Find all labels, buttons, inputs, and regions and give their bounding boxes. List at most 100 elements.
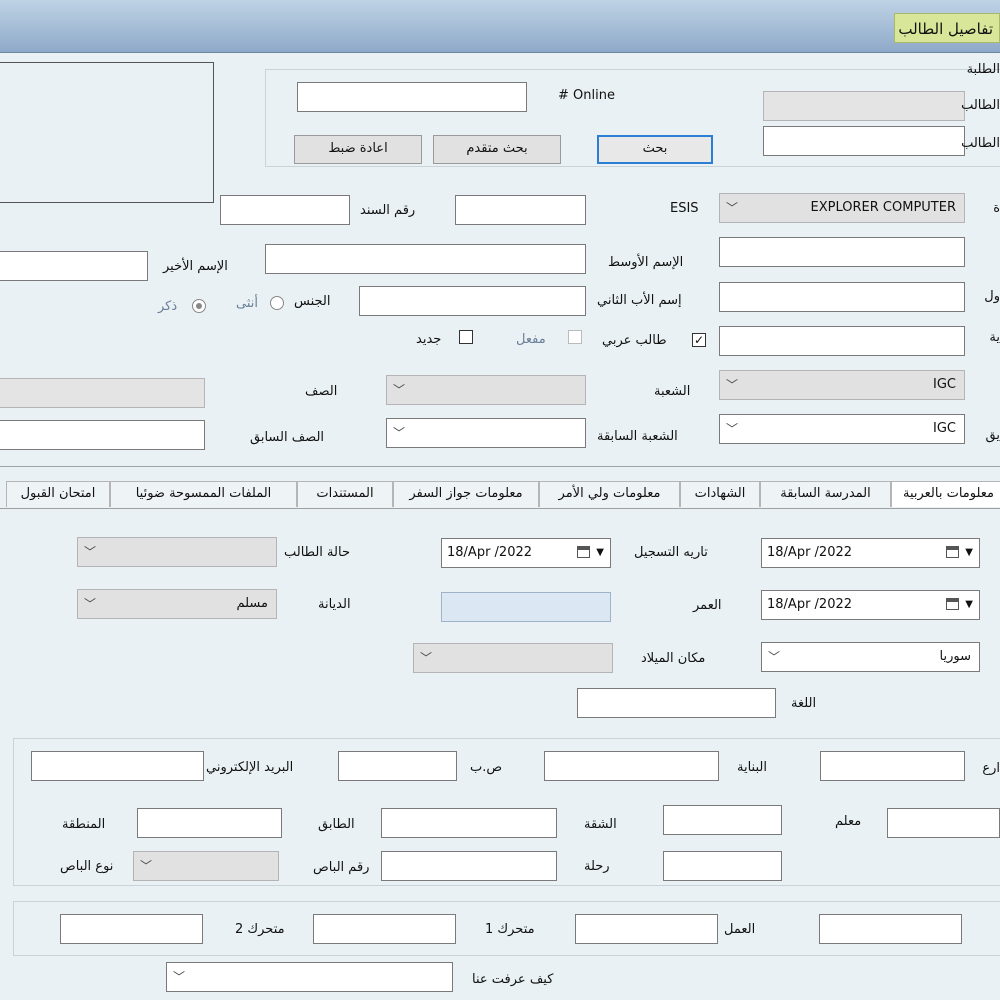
religion-select[interactable]: ﹀ مسلم <box>77 589 277 619</box>
middle-name-input[interactable] <box>265 244 586 274</box>
language-label: اللغة <box>791 696 817 711</box>
gender-female-radio[interactable] <box>270 296 284 310</box>
area-input[interactable] <box>137 808 282 838</box>
arab-student-label: طالب عربي <box>602 333 667 348</box>
dob-date-picker[interactable]: 18/Apr /2022 ▼ <box>761 590 980 620</box>
prev-stream-label: الشعبة السابقة <box>597 429 678 444</box>
last-name-label: الإسم الأخير <box>163 259 228 274</box>
date-picker-1[interactable]: 18/Apr /2022 ▼ <box>761 538 980 568</box>
student-status-select[interactable]: ﹀ <box>77 537 277 567</box>
reset-button[interactable]: اعادة ضبط <box>294 135 422 164</box>
gender-male-radio[interactable] <box>192 299 206 313</box>
gender-label: الجنس <box>294 294 331 309</box>
student-no-input[interactable] <box>763 91 965 121</box>
chevron-down-icon: ﹀ <box>140 859 153 873</box>
receipt-no-label: رقم السند <box>360 203 416 218</box>
tab-passport-info[interactable]: معلومات جواز السفر <box>393 481 539 507</box>
new-checkbox[interactable] <box>459 330 473 344</box>
email-input[interactable] <box>31 751 204 781</box>
language-input[interactable] <box>577 688 776 718</box>
po-box-input[interactable] <box>338 751 457 781</box>
school-select[interactable]: ﹀ EXPLORER COMPUTER <box>719 193 965 223</box>
trip-input[interactable] <box>663 851 782 881</box>
advanced-search-button[interactable]: بحث متقدم <box>433 135 561 164</box>
apartment-label: الشقة <box>584 817 617 832</box>
second-father-label: إسم الأب الثاني <box>597 293 682 308</box>
work-label: العمل <box>724 922 756 937</box>
first-name-en-input[interactable] <box>719 282 965 312</box>
building-input[interactable] <box>544 751 719 781</box>
country-select[interactable]: ﹀ سوريا <box>761 642 980 672</box>
chevron-down-icon: ▼ <box>965 547 973 558</box>
search-button[interactable]: بحث <box>597 135 713 164</box>
first-name-en-label: ول <box>984 289 1000 304</box>
contact-phone-input[interactable] <box>819 914 962 944</box>
mobile2-input[interactable] <box>60 914 203 944</box>
bus-type-select[interactable]: ﹀ <box>133 851 279 881</box>
window-title: تفاصيل الطالب <box>894 13 1000 43</box>
tab-arabic-info[interactable]: معلومات بالعربية <box>891 481 1000 507</box>
mobile1-input[interactable] <box>313 914 456 944</box>
student-name-input[interactable] <box>763 126 965 156</box>
chevron-down-icon: ﹀ <box>173 970 186 984</box>
prev-curriculum-select[interactable]: ﹀ IGC <box>719 414 965 444</box>
chevron-down-icon: ﹀ <box>726 201 739 215</box>
student-status-label: حالة الطالب <box>284 545 350 560</box>
online-input[interactable] <box>297 82 527 112</box>
birthplace-select[interactable]: ﹀ <box>413 643 613 673</box>
bus-no-input[interactable] <box>381 851 557 881</box>
esis-input[interactable] <box>455 195 586 225</box>
arab-student-checkbox[interactable]: ✓ <box>692 333 706 347</box>
prev-curriculum-label: يق <box>985 428 1000 443</box>
street-label: ارع <box>982 761 1000 776</box>
stream-select[interactable]: ﹀ <box>386 375 586 405</box>
calendar-icon <box>577 546 590 558</box>
floor-label: الطابق <box>318 817 355 832</box>
email-label: البريد الإلكتروني <box>206 760 294 775</box>
gender-male-label: ذكر <box>158 299 178 314</box>
street-input[interactable] <box>820 751 965 781</box>
school-label: ة <box>993 201 1000 216</box>
po-box-label: ص.ب <box>470 760 503 775</box>
landmark-input[interactable] <box>887 808 1000 838</box>
registration-date-picker[interactable]: 18/Apr /2022 ▼ <box>441 538 611 568</box>
nationality-label: ية <box>989 330 1000 345</box>
tab-guardian-info[interactable]: معلومات ولي الأمر <box>539 481 680 507</box>
prev-stream-select[interactable]: ﹀ <box>386 418 586 448</box>
age-input[interactable] <box>441 592 611 622</box>
student-photo-box[interactable] <box>0 62 214 203</box>
last-name-input[interactable] <box>0 251 148 281</box>
calendar-icon <box>946 598 959 610</box>
mobile2-label: متحرك 2 <box>235 922 285 937</box>
bus-no-label: رقم الباص <box>313 860 370 875</box>
middle-name-label: الإسم الأوسط <box>608 255 684 270</box>
tab-previous-school[interactable]: المدرسة السابقة <box>760 481 891 507</box>
tab-documents[interactable]: المستندات <box>297 481 393 507</box>
first-name-input[interactable] <box>719 237 965 267</box>
calendar-icon <box>946 546 959 558</box>
class-input[interactable] <box>0 378 205 408</box>
second-father-input[interactable] <box>359 286 586 316</box>
tab-certificates[interactable]: الشهادات <box>680 481 760 507</box>
chevron-down-icon: ﹀ <box>84 545 97 559</box>
nationality-input[interactable] <box>719 326 965 356</box>
chevron-down-icon: ﹀ <box>420 651 433 665</box>
how-heard-select[interactable]: ﹀ <box>166 962 453 992</box>
work-input[interactable] <box>575 914 718 944</box>
religion-label: الديانة <box>318 597 351 612</box>
chevron-down-icon: ﹀ <box>768 650 781 664</box>
student-no-label: الطالب <box>961 98 1000 113</box>
receipt-no-input[interactable] <box>220 195 350 225</box>
floor-input[interactable] <box>381 808 557 838</box>
online-label: # Online <box>558 88 615 103</box>
birthplace-label: مكان الميلاد <box>641 651 706 666</box>
active-checkbox[interactable] <box>568 330 582 344</box>
apartment-input[interactable] <box>663 805 782 835</box>
prev-class-input[interactable] <box>0 420 205 450</box>
chevron-down-icon: ﹀ <box>393 426 406 440</box>
curriculum-select[interactable]: ﹀ IGC <box>719 370 965 400</box>
bus-type-label: نوع الباص <box>60 859 114 874</box>
chevron-down-icon: ﹀ <box>393 383 406 397</box>
tab-scanned-files[interactable]: الملفات الممسوحة ضوئيا <box>110 481 297 507</box>
tab-admission-exam[interactable]: امتحان القبول <box>6 481 110 507</box>
